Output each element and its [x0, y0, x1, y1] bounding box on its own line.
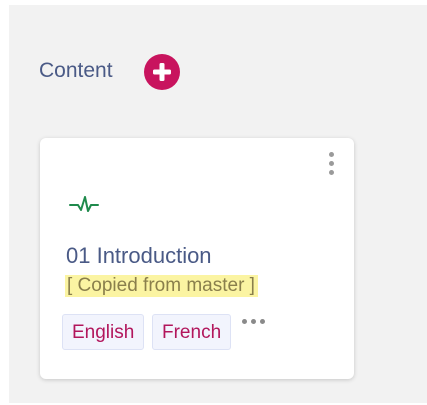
section-title: Content: [39, 59, 113, 82]
content-card[interactable]: 01 Introduction [ Copied from master ] E…: [40, 138, 354, 379]
card-title[interactable]: 01 Introduction: [66, 242, 212, 270]
pulse-icon: [69, 196, 99, 212]
more-languages-icon[interactable]: [241, 314, 267, 330]
card-options-icon[interactable]: [324, 150, 340, 178]
add-content-button[interactable]: [144, 54, 180, 90]
language-tag-french[interactable]: French: [152, 314, 232, 350]
plus-icon: [153, 63, 171, 81]
language-tag-english[interactable]: English: [62, 314, 145, 350]
copied-from-master-note: [ Copied from master ]: [65, 275, 258, 297]
